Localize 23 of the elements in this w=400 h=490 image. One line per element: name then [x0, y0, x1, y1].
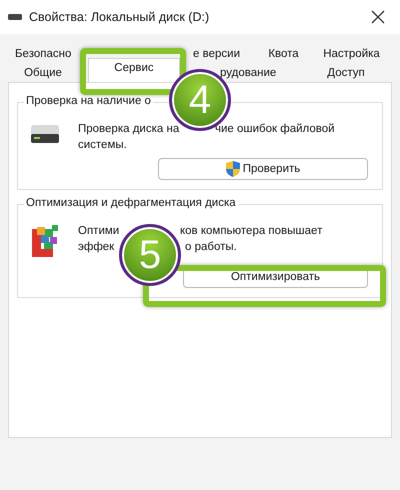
tab[interactable]: Общие	[24, 66, 62, 78]
tab[interactable]: Безопасно	[15, 48, 72, 60]
description-text: ков компьютера повышает	[180, 224, 322, 239]
tab[interactable]: Квота	[268, 48, 299, 60]
group-title: Проверка на наличие о	[24, 95, 153, 107]
tab[interactable]: Сервис	[88, 58, 180, 82]
group-title: Оптимизация и дефрагментация диска	[24, 197, 238, 209]
drive-icon	[8, 14, 22, 20]
description-text: эффек	[78, 240, 114, 255]
description-text: о работы.	[185, 240, 237, 255]
tab[interactable]: Настройка	[323, 48, 380, 60]
tab[interactable]: рудование	[220, 66, 276, 78]
check-button[interactable]: Проверить	[158, 158, 368, 180]
drive-icon	[30, 123, 60, 145]
description-text: Оптими	[78, 224, 120, 239]
description-text: Проверка диска на	[78, 122, 180, 137]
description-text: системы.	[78, 138, 127, 153]
tab[interactable]: е версии	[193, 48, 240, 60]
description-text: чие ошибок файловой	[215, 122, 335, 137]
window-title: Свойства: Локальный диск (D:)	[29, 10, 210, 24]
shield-icon	[226, 161, 240, 177]
tab[interactable]: Доступ	[327, 66, 365, 78]
close-icon	[371, 10, 385, 24]
